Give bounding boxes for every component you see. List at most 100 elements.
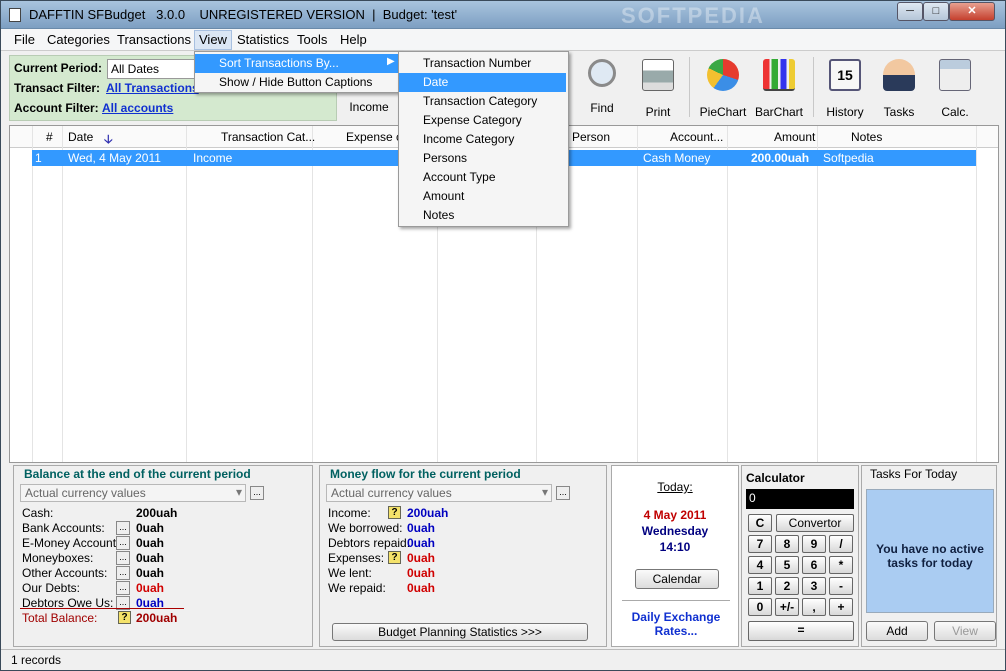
app-icon bbox=[9, 8, 21, 22]
calc-clear-button[interactable]: C bbox=[748, 514, 772, 532]
sort-option[interactable]: Expense Category bbox=[399, 111, 566, 130]
details-button[interactable]: ... bbox=[116, 521, 130, 535]
calc-key-button[interactable]: , bbox=[802, 598, 826, 616]
calc-key-button[interactable]: * bbox=[829, 556, 853, 574]
calc-key-button[interactable]: + bbox=[829, 598, 853, 616]
print-button[interactable]: Print bbox=[635, 57, 681, 119]
maximize-button[interactable]: □ bbox=[923, 2, 949, 21]
col-date[interactable]: Date bbox=[68, 130, 93, 144]
menu-sort-transactions[interactable]: Sort Transactions By... bbox=[195, 54, 399, 73]
calc-key-button[interactable]: 5 bbox=[775, 556, 799, 574]
flow-row-label: Income: bbox=[328, 506, 371, 520]
menu-help[interactable]: Help bbox=[340, 32, 367, 47]
transact-filter-link[interactable]: All Transactions bbox=[106, 81, 199, 95]
menu-statistics[interactable]: Statistics bbox=[237, 32, 289, 47]
exchange-rates-link[interactable]: Daily Exchange Rates... bbox=[622, 610, 730, 638]
today-time: 14:10 bbox=[659, 540, 691, 554]
flow-row-value: 200uah bbox=[407, 506, 449, 520]
calc-key-button[interactable]: 7 bbox=[748, 535, 772, 553]
details-button[interactable]: ... bbox=[116, 551, 130, 565]
barchart-button[interactable]: BarChart bbox=[751, 57, 807, 119]
details-button[interactable]: ... bbox=[116, 581, 130, 595]
balance-currency-select[interactable]: Actual currency values bbox=[20, 484, 246, 502]
flow-row-label: Expenses: bbox=[328, 551, 385, 565]
balance-row-value: 0uah bbox=[136, 566, 165, 580]
menu-bar: File Categories Transactions View Statis… bbox=[1, 29, 1005, 51]
sort-option[interactable]: Date bbox=[399, 73, 566, 92]
moneyflow-options-button[interactable]: ... bbox=[556, 486, 570, 500]
col-number[interactable]: # bbox=[46, 130, 53, 144]
tasks-label: Tasks bbox=[883, 105, 915, 119]
flow-row-value: 0uah bbox=[407, 581, 436, 595]
calc-key-button[interactable]: 3 bbox=[802, 577, 826, 595]
period-select[interactable]: All Dates bbox=[107, 59, 199, 79]
calc-key-button[interactable]: 9 bbox=[802, 535, 826, 553]
menu-transactions[interactable]: Transactions bbox=[117, 32, 191, 47]
balance-row-value: 0uah bbox=[136, 551, 165, 565]
budget-planning-button[interactable]: Budget Planning Statistics >>> bbox=[332, 623, 588, 641]
flow-row-value: 0uah bbox=[407, 521, 436, 535]
balance-options-button[interactable]: ... bbox=[250, 486, 264, 500]
income-label: Income bbox=[349, 100, 389, 114]
grid-line bbox=[817, 126, 818, 462]
moneyflow-currency-select[interactable]: Actual currency values bbox=[326, 484, 552, 502]
find-button[interactable]: Find bbox=[579, 57, 625, 119]
calc-key-button[interactable]: 1 bbox=[748, 577, 772, 595]
calendar-icon: 15 bbox=[829, 59, 861, 91]
menu-categories[interactable]: Categories bbox=[47, 32, 110, 47]
calendar-button[interactable]: Calendar bbox=[635, 569, 719, 589]
sort-option[interactable]: Notes bbox=[399, 206, 566, 225]
col-notes[interactable]: Notes bbox=[851, 130, 882, 144]
sort-option[interactable]: Transaction Number bbox=[399, 54, 566, 73]
close-button[interactable]: ✕ bbox=[949, 2, 995, 21]
sort-option[interactable]: Account Type bbox=[399, 168, 566, 187]
today-label: Today: bbox=[657, 480, 693, 494]
cell-number: 1 bbox=[35, 151, 42, 165]
cell-date: Wed, 4 May 2011 bbox=[68, 151, 161, 165]
sort-option[interactable]: Amount bbox=[399, 187, 566, 206]
calc-key-button[interactable]: 8 bbox=[775, 535, 799, 553]
col-amount[interactable]: Amount bbox=[774, 130, 815, 144]
minimize-button[interactable]: ─ bbox=[897, 2, 923, 21]
calc-key-button[interactable]: 4 bbox=[748, 556, 772, 574]
sort-option[interactable]: Transaction Category bbox=[399, 92, 566, 111]
account-filter-link[interactable]: All accounts bbox=[102, 101, 173, 115]
today-weekday: Wednesday bbox=[641, 524, 709, 538]
details-button[interactable]: ... bbox=[116, 566, 130, 580]
calc-convertor-button[interactable]: Convertor bbox=[776, 514, 854, 532]
calc-key-button[interactable]: - bbox=[829, 577, 853, 595]
cell-account: Cash Money bbox=[643, 151, 711, 165]
help-icon[interactable]: ? bbox=[388, 551, 401, 564]
sort-option[interactable]: Income Category bbox=[399, 130, 566, 149]
tasks-button[interactable]: Tasks bbox=[875, 57, 923, 119]
calc-key-button[interactable]: / bbox=[829, 535, 853, 553]
menu-tools[interactable]: Tools bbox=[297, 32, 327, 47]
calc-key-button[interactable]: 6 bbox=[802, 556, 826, 574]
sort-arrow-icon: 🡣 bbox=[104, 132, 113, 146]
history-label: History bbox=[826, 105, 864, 119]
menu-view[interactable]: View bbox=[194, 30, 232, 50]
calc-equals-button[interactable]: = bbox=[748, 621, 854, 641]
col-person[interactable]: Person bbox=[572, 130, 610, 144]
col-transaction-category[interactable]: Transaction Cat... bbox=[221, 130, 315, 144]
grid-line bbox=[637, 126, 638, 462]
menu-toggle-captions[interactable]: Show / Hide Button Captions bbox=[195, 73, 399, 92]
add-task-button[interactable]: Add bbox=[866, 621, 928, 641]
view-task-button[interactable]: View bbox=[934, 621, 996, 641]
flow-row-label: We lent: bbox=[328, 566, 372, 580]
help-icon[interactable]: ? bbox=[388, 506, 401, 519]
menu-file[interactable]: File bbox=[14, 32, 35, 47]
history-button[interactable]: 15 History bbox=[821, 57, 869, 119]
col-account[interactable]: Account... bbox=[670, 130, 723, 144]
balance-row-label: Our Debts: bbox=[22, 581, 81, 595]
calc-key-button[interactable]: 0 bbox=[748, 598, 772, 616]
piechart-button[interactable]: PieChart bbox=[697, 57, 749, 119]
sort-option[interactable]: Persons bbox=[399, 149, 566, 168]
calc-key-button[interactable]: +/- bbox=[775, 598, 799, 616]
help-icon[interactable]: ? bbox=[118, 611, 131, 624]
toolbar-separator bbox=[689, 57, 690, 117]
details-button[interactable]: ... bbox=[116, 536, 130, 550]
calc-key-button[interactable]: 2 bbox=[775, 577, 799, 595]
flow-row-value: 0uah bbox=[407, 566, 436, 580]
calc-button[interactable]: Calc. bbox=[931, 57, 979, 119]
